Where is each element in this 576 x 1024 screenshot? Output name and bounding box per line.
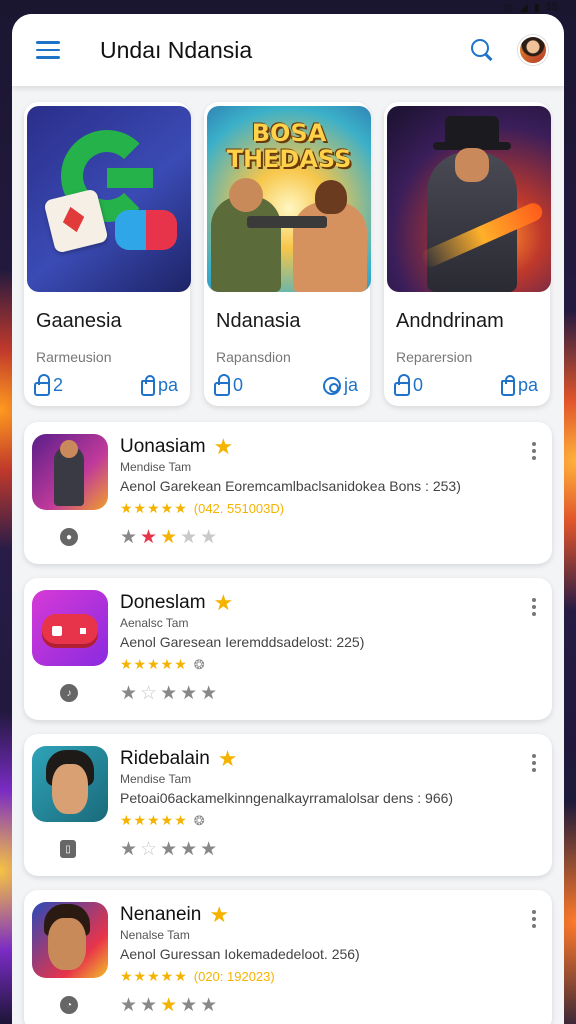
game-title: Ridebalain bbox=[120, 748, 210, 769]
featured-subtitle: Rarmeusion bbox=[36, 349, 112, 365]
game-developer: Aenalsc Tam bbox=[120, 616, 189, 630]
featured-card[interactable]: Gaanesia Rarmeusion 2 pa bbox=[24, 102, 191, 406]
app-screen: Undaı Ndansia Gaanesia Rarmeusion 2 pa B… bbox=[12, 14, 564, 1024]
status-bar: ◎ ◢ ▮ 15 bbox=[504, 0, 558, 14]
featured-card[interactable]: Andndrinam Reparersion 0 pa bbox=[384, 102, 551, 406]
overflow-menu-icon[interactable] bbox=[532, 442, 538, 460]
rating-row: ★★★★★ (020: 192023) bbox=[120, 968, 275, 985]
ring-icon bbox=[322, 376, 341, 395]
game-icon bbox=[32, 590, 108, 666]
camera-icon: ◎ bbox=[503, 1, 514, 14]
search-icon[interactable] bbox=[468, 36, 496, 64]
rating-stars: ★★★★★ bbox=[120, 656, 188, 672]
star-icon: ★ bbox=[209, 902, 230, 927]
game-icon bbox=[32, 746, 108, 822]
armored-warrior-art bbox=[387, 106, 551, 292]
user-rating-stars[interactable]: ★★★★★ bbox=[120, 526, 220, 549]
user-rating-stars[interactable]: ★★★★★ bbox=[120, 994, 220, 1017]
overflow-menu-icon[interactable] bbox=[532, 598, 538, 616]
list-item[interactable]: Uonasiam ★ Mendise Tam Aenol Garekean Eor… bbox=[24, 422, 552, 564]
badge-icon: ● bbox=[60, 528, 78, 546]
rating-row: ★★★★★ ❂ bbox=[120, 656, 205, 673]
badge-icon: ▯ bbox=[60, 840, 76, 858]
game-description: Aenol Garekean Eoremcamlbaclsanidokea Bo… bbox=[120, 478, 461, 494]
game-icon bbox=[32, 434, 108, 510]
list-item[interactable]: Doneslam ★ Aenalsc Tam Aenol Garesean Ier… bbox=[24, 578, 552, 720]
battery-icon: ▮ bbox=[533, 1, 540, 14]
rating-stars: ★★★★★ bbox=[120, 500, 188, 516]
letter-g-controller-art bbox=[27, 106, 191, 292]
game-logo: BOSA THEDASS bbox=[226, 119, 352, 173]
game-description: Aenol Guressan Iokemadedeloot. 256) bbox=[120, 946, 360, 962]
game-title: Nenanein bbox=[120, 904, 202, 925]
rating-row: ★★★★★ (042. 551003D) bbox=[120, 500, 284, 517]
lock-button[interactable]: 0 bbox=[214, 373, 243, 396]
game-description: Petoai06ackamelkinngenalkayrramalolsar d… bbox=[120, 790, 454, 806]
badge-icon: ◔ bbox=[60, 996, 78, 1014]
featured-title: Ndanasia bbox=[216, 310, 301, 332]
list-item[interactable]: Nenanein ★ Nenalse Tam Aenol Guressan Iok… bbox=[24, 890, 552, 1024]
star-icon: ★ bbox=[213, 590, 234, 615]
game-description: Aenol Garesean Ieremddsadelost: 225) bbox=[120, 634, 365, 650]
rating-row: ★★★★★ ❂ bbox=[120, 812, 205, 829]
hamburger-menu-icon[interactable] bbox=[36, 38, 60, 62]
featured-title: Andndrinam bbox=[396, 310, 504, 332]
bosa-thedass-art: BOSA THEDASS bbox=[207, 106, 371, 292]
bag-button[interactable]: pa bbox=[500, 374, 538, 396]
game-developer: Mendise Tam bbox=[120, 460, 192, 474]
bag-icon bbox=[500, 374, 515, 396]
star-icon: ★ bbox=[217, 746, 238, 771]
rating-stars: ★★★★★ bbox=[120, 812, 188, 828]
rating-meta: ❂ bbox=[193, 656, 205, 672]
rating-meta: (020: 192023) bbox=[193, 969, 275, 984]
overflow-menu-icon[interactable] bbox=[532, 910, 538, 928]
lock-button[interactable]: 2 bbox=[34, 373, 63, 396]
game-icon bbox=[32, 902, 108, 978]
signal-icon: ◢ bbox=[519, 1, 528, 14]
status-text: 15 bbox=[545, 1, 558, 13]
game-list: Uonasiam ★ Mendise Tam Aenol Garekean Eor… bbox=[12, 406, 564, 1024]
featured-carousel: Gaanesia Rarmeusion 2 pa BOSA THEDASS Nda… bbox=[12, 86, 564, 406]
featured-actions: 2 pa bbox=[34, 373, 178, 396]
app-title: Undaı Ndansia bbox=[100, 36, 253, 63]
game-developer: Nenalse Tam bbox=[120, 928, 190, 942]
rating-stars: ★★★★★ bbox=[120, 968, 188, 984]
featured-subtitle: Rapansdion bbox=[216, 349, 291, 365]
game-title: Doneslam bbox=[120, 592, 206, 613]
rating-meta: (042. 551003D) bbox=[193, 501, 285, 516]
avatar[interactable] bbox=[518, 35, 548, 65]
game-title: Uonasiam bbox=[120, 436, 206, 457]
lock-icon bbox=[394, 373, 410, 396]
rating-meta: ❂ bbox=[193, 812, 205, 828]
app-bar: Undaı Ndansia bbox=[12, 14, 564, 86]
featured-actions: 0 ja bbox=[214, 373, 358, 396]
user-rating-stars[interactable]: ★☆★★★ bbox=[120, 838, 220, 861]
overflow-menu-icon[interactable] bbox=[532, 754, 538, 772]
featured-card[interactable]: BOSA THEDASS Ndanasia Rapansdion 0 ja bbox=[204, 102, 371, 406]
lock-icon bbox=[34, 373, 50, 396]
lock-button[interactable]: 0 bbox=[394, 373, 423, 396]
lock-icon bbox=[214, 373, 230, 396]
featured-actions: 0 pa bbox=[394, 373, 538, 396]
bag-button[interactable]: pa bbox=[140, 374, 178, 396]
game-developer: Mendise Tam bbox=[120, 772, 192, 786]
list-item[interactable]: Ridebalain ★ Mendise Tam Petoai06ackamelk… bbox=[24, 734, 552, 876]
featured-subtitle: Reparersion bbox=[396, 349, 473, 365]
badge-icon: ♪ bbox=[60, 684, 78, 702]
star-icon: ★ bbox=[213, 434, 234, 459]
bag-icon bbox=[140, 374, 155, 396]
ring-button[interactable]: ja bbox=[322, 375, 358, 396]
featured-title: Gaanesia bbox=[36, 310, 122, 332]
user-rating-stars[interactable]: ★☆★★★ bbox=[120, 682, 220, 705]
